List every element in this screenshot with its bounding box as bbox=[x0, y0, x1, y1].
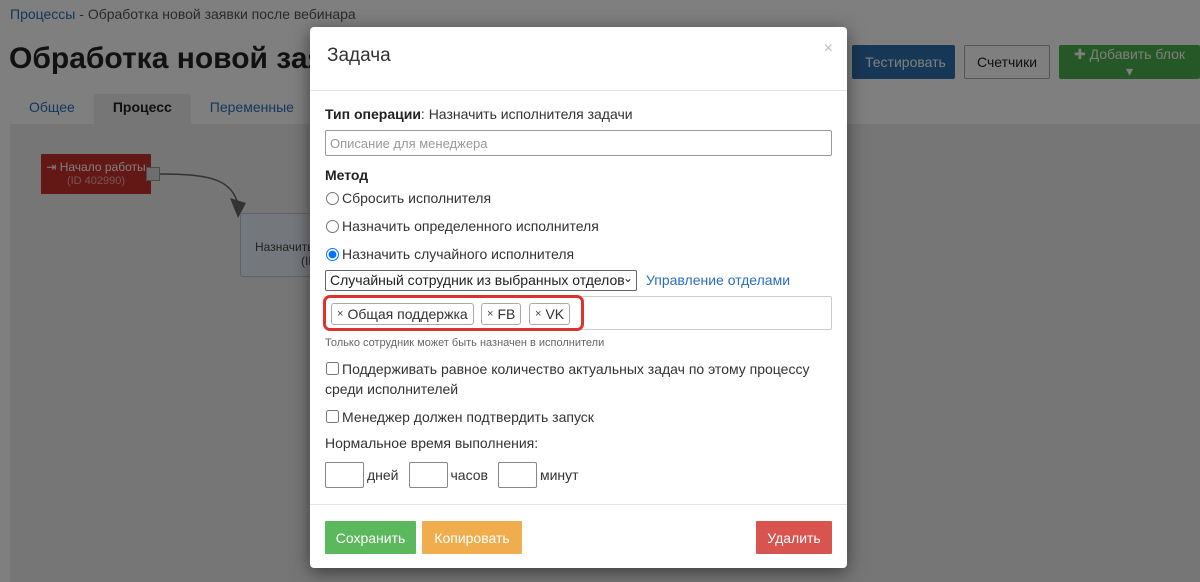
method-radio-reset[interactable] bbox=[326, 191, 339, 205]
save-button[interactable]: Сохранить bbox=[325, 521, 416, 554]
balance-tasks-label: Поддерживать равное количество актуальны… bbox=[325, 361, 810, 397]
close-icon[interactable]: × bbox=[824, 40, 833, 58]
method-label-text: Метод bbox=[325, 167, 369, 183]
department-tag-label: FB bbox=[497, 306, 516, 322]
method-option-specific-label: Назначить определенного исполнителя bbox=[342, 218, 599, 234]
minutes-unit-label: минут bbox=[539, 467, 579, 483]
method-option-random[interactable]: Назначить случайного исполнителя bbox=[325, 246, 574, 262]
modal-footer-divider bbox=[310, 504, 847, 505]
remove-tag-icon[interactable]: × bbox=[337, 308, 343, 320]
manager-confirm-option[interactable]: Менеджер должен подтвердить запуск bbox=[325, 407, 825, 427]
manager-confirm-label: Менеджер должен подтвердить запуск bbox=[342, 409, 594, 425]
modal-title: Задача bbox=[327, 45, 391, 66]
operation-type-value: : Назначить исполнителя задачи bbox=[420, 106, 633, 122]
remove-tag-icon[interactable]: × bbox=[535, 308, 541, 320]
hours-input[interactable] bbox=[408, 462, 448, 488]
department-tag: × FB bbox=[481, 303, 522, 325]
balance-tasks-option[interactable]: Поддерживать равное количество актуальны… bbox=[325, 359, 825, 399]
random-mode-select[interactable]: Случайный сотрудник из выбранных отделов… bbox=[325, 270, 637, 291]
method-option-specific[interactable]: Назначить определенного исполнителя bbox=[325, 218, 599, 234]
operation-type-row: Тип операции: Назначить исполнителя зада… bbox=[325, 106, 633, 122]
random-mode-select-value: Случайный сотрудник из выбранных отделов bbox=[330, 272, 625, 288]
hours-unit-label: часов bbox=[450, 467, 488, 483]
minutes-input[interactable] bbox=[497, 462, 537, 488]
method-radio-random[interactable] bbox=[326, 247, 339, 261]
department-tag: × VK bbox=[529, 303, 571, 325]
copy-button[interactable]: Копировать bbox=[422, 521, 522, 554]
operation-type-label: Тип операции bbox=[325, 106, 421, 122]
method-option-reset[interactable]: Сбросить исполнителя bbox=[325, 190, 491, 206]
department-tag: × Общая поддержка bbox=[331, 303, 474, 325]
department-tag-label: VK bbox=[545, 306, 565, 322]
days-unit-label: дней bbox=[367, 467, 399, 483]
normal-time-label: Нормальное время выполнения: bbox=[325, 435, 539, 451]
method-option-random-label: Назначить случайного исполнителя bbox=[342, 246, 575, 262]
departments-hint: Только сотрудник может быть назначен в и… bbox=[325, 337, 605, 349]
delete-button[interactable]: Удалить bbox=[756, 521, 832, 554]
method-option-reset-label: Сбросить исполнителя bbox=[342, 190, 492, 206]
chevron-down-icon: ⌄ bbox=[622, 271, 633, 285]
task-modal: Задача × Тип операции: Назначить исполни… bbox=[310, 27, 847, 568]
normal-time-inputs: дней часов минут bbox=[325, 462, 589, 488]
modal-header-divider bbox=[310, 90, 847, 91]
manager-description-input[interactable] bbox=[325, 130, 832, 156]
department-tag-label: Общая поддержка bbox=[347, 306, 468, 322]
days-input[interactable] bbox=[325, 462, 364, 488]
method-label: Метод bbox=[325, 167, 368, 183]
manage-departments-link[interactable]: Управление отделами bbox=[646, 272, 790, 288]
manager-confirm-checkbox[interactable] bbox=[326, 410, 339, 423]
remove-tag-icon[interactable]: × bbox=[487, 308, 493, 320]
method-radio-specific[interactable] bbox=[326, 219, 339, 233]
balance-tasks-checkbox[interactable] bbox=[326, 362, 339, 375]
